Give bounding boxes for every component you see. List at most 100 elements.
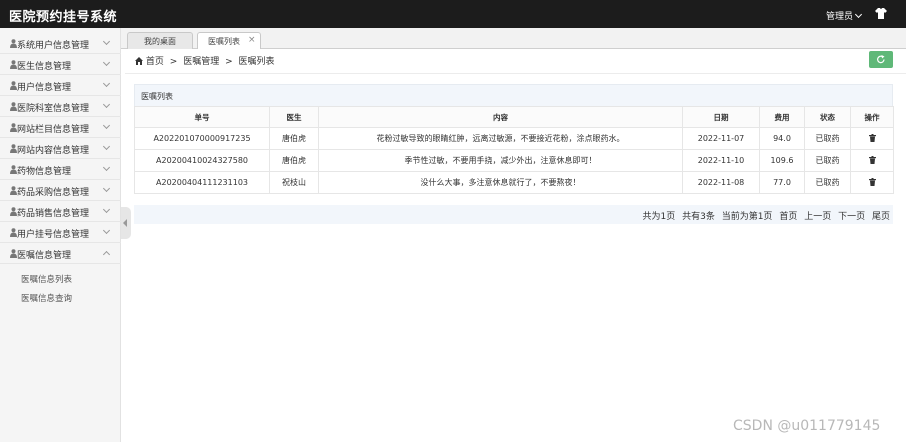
chevron-down-icon (102, 121, 111, 130)
sidebar-item-medical-orders[interactable]: 医嘱信息管理 (0, 243, 121, 264)
cell-content: 花粉过敏导致的眼睛红肿，远离过敏源，不要接近花粉，涂点眼药水。 (318, 127, 683, 150)
cell-action (850, 171, 894, 194)
chevron-down-icon (102, 79, 111, 88)
cell-doctor: 唐伯虎 (269, 149, 319, 172)
user-icon (10, 186, 17, 195)
cell-status: 已取药 (804, 149, 851, 172)
pagination-first[interactable]: 首页 (779, 212, 797, 222)
panel-title: 医嘱列表 (141, 92, 173, 101)
chevron-down-icon (102, 163, 111, 172)
cell-content: 季节性过敏，不要用手挠，减少外出，注意休息即可！ (318, 149, 683, 172)
sidebar-item-label: 医院科室信息管理 (17, 104, 90, 114)
user-icon (10, 102, 17, 111)
column-header-doctor: 医生 (269, 106, 319, 128)
pagination-bar: 共为1页 共有3条 当前为第1页 首页 上一页 下一页 尾页 (134, 205, 893, 224)
column-header-content: 内容 (318, 106, 683, 128)
chevron-down-icon (102, 58, 111, 67)
user-menu[interactable]: 管理员 (826, 9, 863, 22)
pagination-total-pages: 共为1页 (642, 212, 676, 222)
trash-icon[interactable] (868, 134, 876, 142)
cell-date: 2022-11-10 (682, 149, 760, 172)
user-icon (10, 123, 17, 132)
cell-content: 没什么大事，多注意休息就行了，不要熬夜！ (318, 171, 683, 194)
pagination-prev[interactable]: 上一页 (804, 212, 831, 222)
column-header-action: 操作 (850, 106, 894, 128)
sidebar: 系统用户信息管理 医生信息管理 用户信息管理 医院科室信息管理 网站栏目信息管理… (0, 28, 121, 442)
sidebar-item-site-content[interactable]: 网站内容信息管理 (0, 138, 121, 159)
divider (125, 73, 906, 74)
cell-fee: 94.0 (759, 127, 805, 150)
tab-bar: 我的桌面 医嘱列表 × (121, 28, 906, 49)
user-icon (10, 39, 17, 48)
cell-fee: 77.0 (759, 171, 805, 194)
table-row: A20200404111231103 祝枝山 没什么大事，多注意休息就行了，不要… (134, 171, 894, 194)
user-icon (10, 207, 17, 216)
cell-status: 已取药 (804, 127, 851, 150)
pagination: 共为1页 共有3条 当前为第1页 首页 上一页 下一页 尾页 (638, 209, 890, 222)
cell-fee: 109.6 (759, 149, 805, 172)
submenu-item-order-query[interactable]: 医嘱信息查询 (21, 292, 72, 304)
pagination-total-items: 共有3条 (682, 212, 715, 222)
cell-id: A20200404111231103 (134, 171, 270, 194)
user-icon (10, 249, 17, 258)
breadcrumb-section[interactable]: 医嘱管理 (183, 57, 219, 67)
close-icon[interactable]: × (248, 35, 256, 45)
user-label: 管理员 (826, 12, 854, 22)
breadcrumb-separator: > (225, 57, 233, 67)
sidebar-item-drug-purchase[interactable]: 药品采购信息管理 (0, 180, 121, 201)
refresh-button[interactable] (869, 51, 893, 68)
breadcrumb-home[interactable]: 首页 (146, 57, 164, 67)
column-header-id: 单号 (134, 106, 270, 128)
pagination-last[interactable]: 尾页 (872, 212, 890, 222)
tab-order-list[interactable]: 医嘱列表 × (197, 32, 261, 49)
chevron-down-icon (102, 226, 111, 235)
breadcrumb-current: 医嘱列表 (238, 57, 275, 67)
sidebar-item-label: 系统用户信息管理 (17, 41, 90, 51)
table-row: A20200410024327580 唐伯虎 季节性过敏，不要用手挠，减少外出，… (134, 149, 894, 172)
chevron-down-icon (102, 142, 111, 151)
breadcrumb-separator: > (169, 57, 178, 67)
refresh-icon (877, 55, 885, 64)
chevron-down-icon (854, 10, 863, 19)
sidebar-item-label: 用户信息管理 (17, 83, 72, 93)
table-header-row: 单号 医生 内容 日期 费用 状态 操作 (134, 106, 894, 128)
cell-doctor: 祝枝山 (269, 171, 319, 194)
sidebar-item-site-columns[interactable]: 网站栏目信息管理 (0, 117, 121, 138)
chevron-down-icon (102, 100, 111, 109)
tab-label: 医嘱列表 (208, 37, 240, 46)
cell-id: A20200410024327580 (134, 149, 270, 172)
sidebar-item-label: 药物信息管理 (17, 167, 72, 177)
chevron-left-icon (123, 219, 127, 227)
trash-icon[interactable] (868, 156, 876, 164)
sidebar-item-registrations[interactable]: 用户挂号信息管理 (0, 222, 121, 243)
app-title: 医院预约挂号系统 (9, 10, 118, 25)
sidebar-item-departments[interactable]: 医院科室信息管理 (0, 96, 121, 117)
sidebar-item-doctors[interactable]: 医生信息管理 (0, 54, 121, 75)
sidebar-item-drug-sales[interactable]: 药品销售信息管理 (0, 201, 121, 222)
trash-icon[interactable] (868, 178, 876, 186)
chevron-down-icon (102, 37, 111, 46)
sidebar-item-label: 网站栏目信息管理 (17, 125, 90, 135)
sidebar-collapse-toggle[interactable] (121, 207, 131, 239)
pagination-next[interactable]: 下一页 (838, 212, 865, 222)
chevron-down-icon (102, 184, 111, 193)
table-row: A202201070000917235 唐伯虎 花粉过敏导致的眼睛红肿，远离过敏… (134, 127, 894, 150)
sidebar-item-drugs[interactable]: 药物信息管理 (0, 159, 121, 180)
cell-action (850, 127, 894, 150)
watermark: CSDN @u011779145 (733, 418, 881, 434)
sidebar-item-label: 用户挂号信息管理 (17, 230, 90, 240)
sidebar-item-system-users[interactable]: 系统用户信息管理 (0, 33, 121, 54)
user-icon (10, 144, 17, 153)
cell-date: 2022-11-08 (682, 171, 760, 194)
sidebar-item-label: 网站内容信息管理 (17, 146, 90, 156)
submenu-item-order-list[interactable]: 医嘱信息列表 (21, 273, 72, 285)
pagination-current: 当前为第1页 (721, 212, 773, 222)
sidebar-item-users[interactable]: 用户信息管理 (0, 75, 121, 96)
skin-icon[interactable] (875, 8, 887, 19)
home-icon (135, 57, 143, 65)
sidebar-item-label: 药品销售信息管理 (17, 209, 90, 219)
tab-my-desktop[interactable]: 我的桌面 (127, 32, 193, 49)
sidebar-item-label: 医生信息管理 (17, 62, 72, 72)
top-bar: 医院预约挂号系统 管理员 (0, 0, 906, 28)
cell-id: A202201070000917235 (134, 127, 270, 150)
